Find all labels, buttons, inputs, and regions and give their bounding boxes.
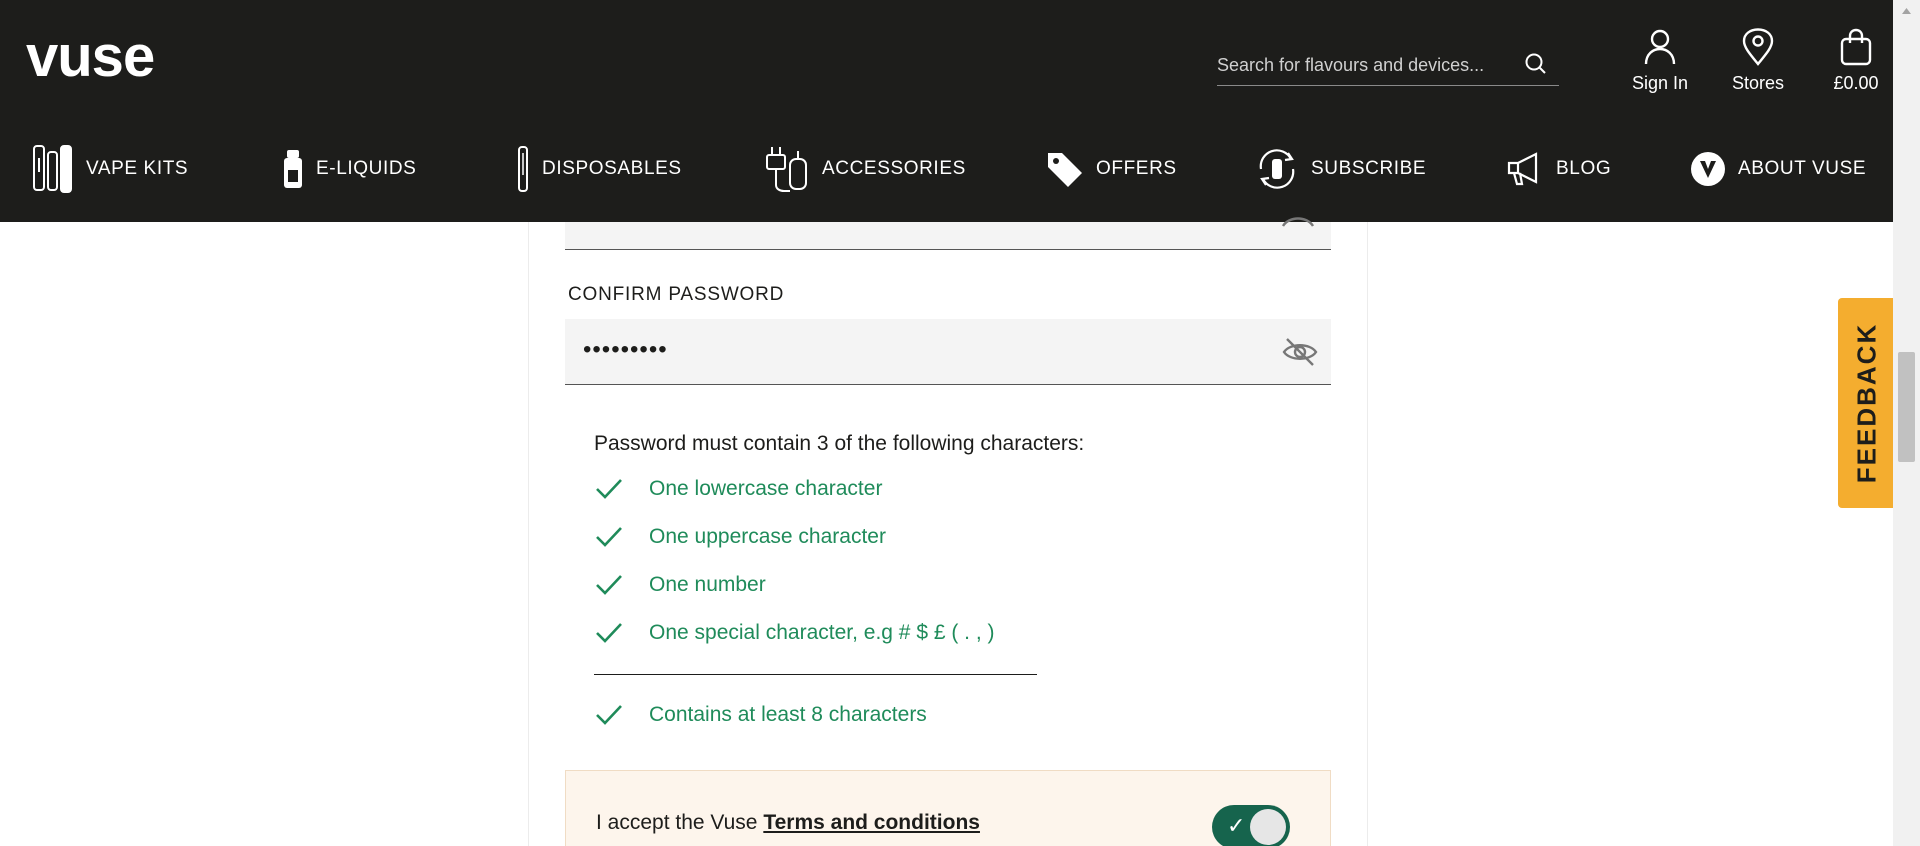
main-nav: VAPE KITS E-LIQUIDS DISPOSABLES ACCESSOR… [0, 138, 1893, 200]
scrollbar-thumb[interactable] [1898, 352, 1915, 462]
basket-button[interactable]: £0.00 [1813, 28, 1899, 98]
vuse-v-icon [1691, 152, 1725, 186]
scrollbar[interactable] [1893, 0, 1920, 846]
nav-item-vape-kits[interactable]: VAPE KITS [32, 138, 188, 200]
shopping-bag-icon [1840, 28, 1872, 66]
subscribe-icon [1259, 149, 1295, 189]
rules-divider [594, 674, 1037, 675]
confirm-password-label: CONFIRM PASSWORD [568, 284, 785, 305]
feedback-tab[interactable]: FEEDBACK [1838, 298, 1895, 508]
password-rule: One number [594, 570, 766, 600]
toggle-knob [1250, 809, 1286, 845]
check-icon [596, 575, 622, 595]
megaphone-icon [1507, 152, 1538, 186]
nav-label: OFFERS [1096, 158, 1177, 179]
search-icon[interactable] [1523, 51, 1549, 77]
toggle-check-icon: ✓ [1227, 813, 1246, 838]
nav-item-disposables[interactable]: DISPOSABLES [516, 138, 682, 200]
terms-prefix: I accept the Vuse [596, 811, 764, 834]
password-rules-title: Password must contain 3 of the following… [594, 432, 1085, 455]
confirm-password-value: ••••••••• [583, 336, 668, 363]
rule-text: One uppercase character [649, 525, 886, 548]
check-icon [596, 527, 622, 547]
terms-text: I accept the Vuse Terms and conditions [596, 811, 980, 835]
rule-text: One special character, e.g # $ £ ( . , ) [649, 621, 995, 644]
check-icon [596, 623, 622, 643]
nav-item-accessories[interactable]: ACCESSORIES [764, 138, 966, 200]
nav-label: E-LIQUIDS [316, 158, 417, 179]
tag-icon [1048, 153, 1082, 187]
nav-item-e-liquids[interactable]: E-LIQUIDS [282, 138, 416, 200]
feedback-label: FEEDBACK [1851, 322, 1881, 484]
nav-item-about-vuse[interactable]: ABOUT VUSE [1690, 138, 1866, 200]
hide-password-icon[interactable] [1281, 334, 1319, 370]
password-rule: One special character, e.g # $ £ ( . , ) [594, 618, 995, 648]
nav-label: DISPOSABLES [542, 158, 682, 179]
length-rule: Contains at least 8 characters [594, 700, 927, 730]
basket-total: £0.00 [1833, 73, 1879, 93]
stores-label: Stores [1731, 73, 1785, 93]
e-liquid-icon [284, 150, 302, 188]
nav-item-offers[interactable]: OFFERS [1046, 138, 1177, 200]
vape-kits-icon [33, 145, 72, 193]
accessories-icon [766, 147, 807, 192]
password-rule: One uppercase character [594, 522, 886, 552]
hide-password-icon[interactable] [1279, 208, 1317, 244]
panel-border-left [528, 222, 529, 846]
search-input[interactable] [1217, 52, 1517, 78]
location-pin-icon [1742, 28, 1774, 66]
check-icon [596, 479, 622, 499]
user-icon [1644, 29, 1676, 65]
nav-item-blog[interactable]: BLOG [1506, 138, 1611, 200]
confirm-password-field[interactable]: ••••••••• [565, 319, 1331, 385]
nav-label: BLOG [1556, 158, 1612, 179]
terms-toggle[interactable]: ✓ [1212, 805, 1290, 846]
stores-button[interactable]: Stores [1715, 28, 1801, 98]
nav-label: ABOUT VUSE [1738, 158, 1867, 179]
check-icon [596, 705, 622, 725]
vuse-logo[interactable]: vuse [26, 30, 201, 86]
nav-label: ACCESSORIES [822, 158, 966, 179]
rule-text: One lowercase character [649, 477, 883, 500]
nav-item-subscribe[interactable]: SUBSCRIBE [1255, 138, 1426, 200]
terms-link[interactable]: Terms and conditions [763, 811, 980, 834]
rule-text: One number [649, 573, 766, 596]
password-field[interactable] [565, 217, 1331, 250]
sign-in-label: Sign In [1631, 73, 1689, 93]
sign-in-button[interactable]: Sign In [1617, 28, 1703, 98]
search-bar [1217, 47, 1559, 86]
rule-text: Contains at least 8 characters [649, 703, 927, 726]
password-rule: One lowercase character [594, 474, 882, 504]
logo-text: vuse [26, 30, 154, 86]
scroll-up-icon[interactable] [1893, 0, 1920, 22]
panel-border-right [1367, 222, 1368, 846]
nav-label: VAPE KITS [86, 158, 189, 179]
disposable-icon [518, 146, 528, 192]
terms-box: I accept the Vuse Terms and conditions ✓ [565, 770, 1331, 846]
nav-label: SUBSCRIBE [1311, 158, 1427, 179]
site-header: vuse Sign In Stores £0.00 [0, 0, 1893, 222]
